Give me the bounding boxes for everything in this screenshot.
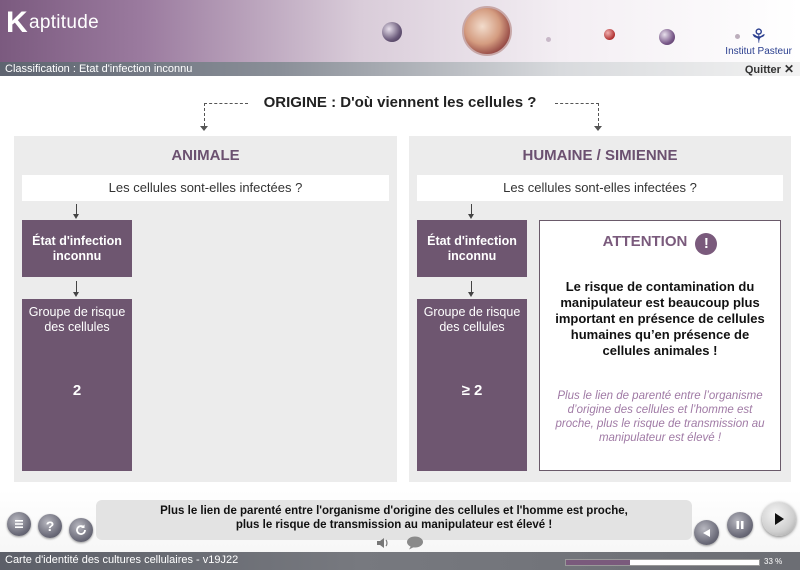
risk-group-label: Groupe de risque des cellules: [28, 305, 126, 334]
decor-orb: [382, 22, 402, 42]
question-icon: ?: [45, 518, 55, 534]
risk-group-box: Groupe de risque des cellules ≥ 2: [417, 299, 527, 471]
origin-title: ORIGINE : D'où viennent les cellules ?: [263, 94, 537, 111]
help-button[interactable]: ?: [38, 514, 62, 538]
institut-pasteur-logo: ⚘ Institut Pasteur: [725, 26, 792, 57]
panel-heading: HUMAINE / SIMIENNE: [522, 147, 678, 164]
arrow-down-icon: [73, 281, 79, 297]
kaptitude-logo: Kaptitude: [6, 6, 99, 39]
progress-bar: [565, 559, 760, 566]
risk-group-label: Groupe de risque des cellules: [423, 305, 521, 334]
panel-humaine-simienne: HUMAINE / SIMIENNE Les cellules sont-ell…: [409, 136, 791, 482]
progress-fill: [566, 560, 630, 565]
close-icon: ✕: [783, 62, 794, 76]
connector-line: [598, 103, 599, 126]
question-bar: Les cellules sont-elles infectées ?: [22, 175, 389, 201]
quit-button[interactable]: Quitter ✕: [745, 62, 794, 76]
attention-note: Plus le lien de parenté entre l’organism…: [555, 390, 765, 444]
question-bar: Les cellules sont-elles infectées ?: [417, 175, 783, 201]
arrow-down-icon: [594, 126, 602, 131]
module-title: Classification : Etat d'infection inconn…: [5, 63, 193, 75]
attention-callout: ATTENTION! Le risque de contamination du…: [539, 220, 781, 471]
subtitle-caption: Plus le lien de parenté entre l'organism…: [96, 500, 692, 540]
next-button[interactable]: [762, 502, 796, 536]
attention-body: Le risque de contamination du manipulate…: [555, 279, 765, 358]
decor-cell-image: [462, 6, 512, 56]
exclamation-icon: !: [695, 233, 718, 255]
state-box: État d'infection inconnu: [22, 220, 132, 277]
attention-title: ATTENTION!: [540, 233, 780, 255]
connector-line: [555, 103, 599, 104]
panel-heading: ANIMALE: [171, 147, 240, 164]
risk-group-box: Groupe de risque des cellules 2: [22, 299, 132, 471]
connector-line: [204, 103, 205, 126]
play-icon: [775, 513, 784, 525]
refresh-icon: [76, 524, 86, 535]
pasteur-emblem-icon: ⚘: [749, 26, 768, 48]
speech-bubble-icon[interactable]: [406, 536, 424, 550]
course-title: Carte d'identité des cultures cellulaire…: [5, 554, 239, 566]
risk-group-value: 2: [72, 382, 82, 399]
module-bar: Classification : Etat d'infection inconn…: [0, 62, 800, 76]
decor-orb: [604, 29, 615, 40]
replay-button[interactable]: [69, 518, 93, 542]
list-icon: [15, 520, 23, 528]
arrow-down-icon: [468, 281, 474, 297]
pause-button[interactable]: [727, 512, 753, 538]
arrow-down-icon: [468, 204, 474, 219]
app-header: Kaptitude ⚘ Institut Pasteur: [0, 0, 800, 62]
progress-label: 33 %: [764, 557, 783, 566]
panel-animale: ANIMALE Les cellules sont-elles infectée…: [14, 136, 397, 482]
arrow-down-icon: [73, 204, 79, 219]
arrow-down-icon: [200, 126, 208, 131]
menu-button[interactable]: [7, 512, 31, 536]
decor-orb: [659, 29, 675, 45]
pause-icon: [736, 521, 744, 529]
connector-line: [204, 103, 248, 104]
risk-group-value: ≥ 2: [461, 382, 483, 399]
decor-orb: [546, 37, 551, 42]
state-box: État d'infection inconnu: [417, 220, 527, 277]
triangle-left-icon: [702, 528, 710, 537]
previous-button[interactable]: [694, 520, 719, 545]
speaker-icon[interactable]: [376, 536, 390, 550]
